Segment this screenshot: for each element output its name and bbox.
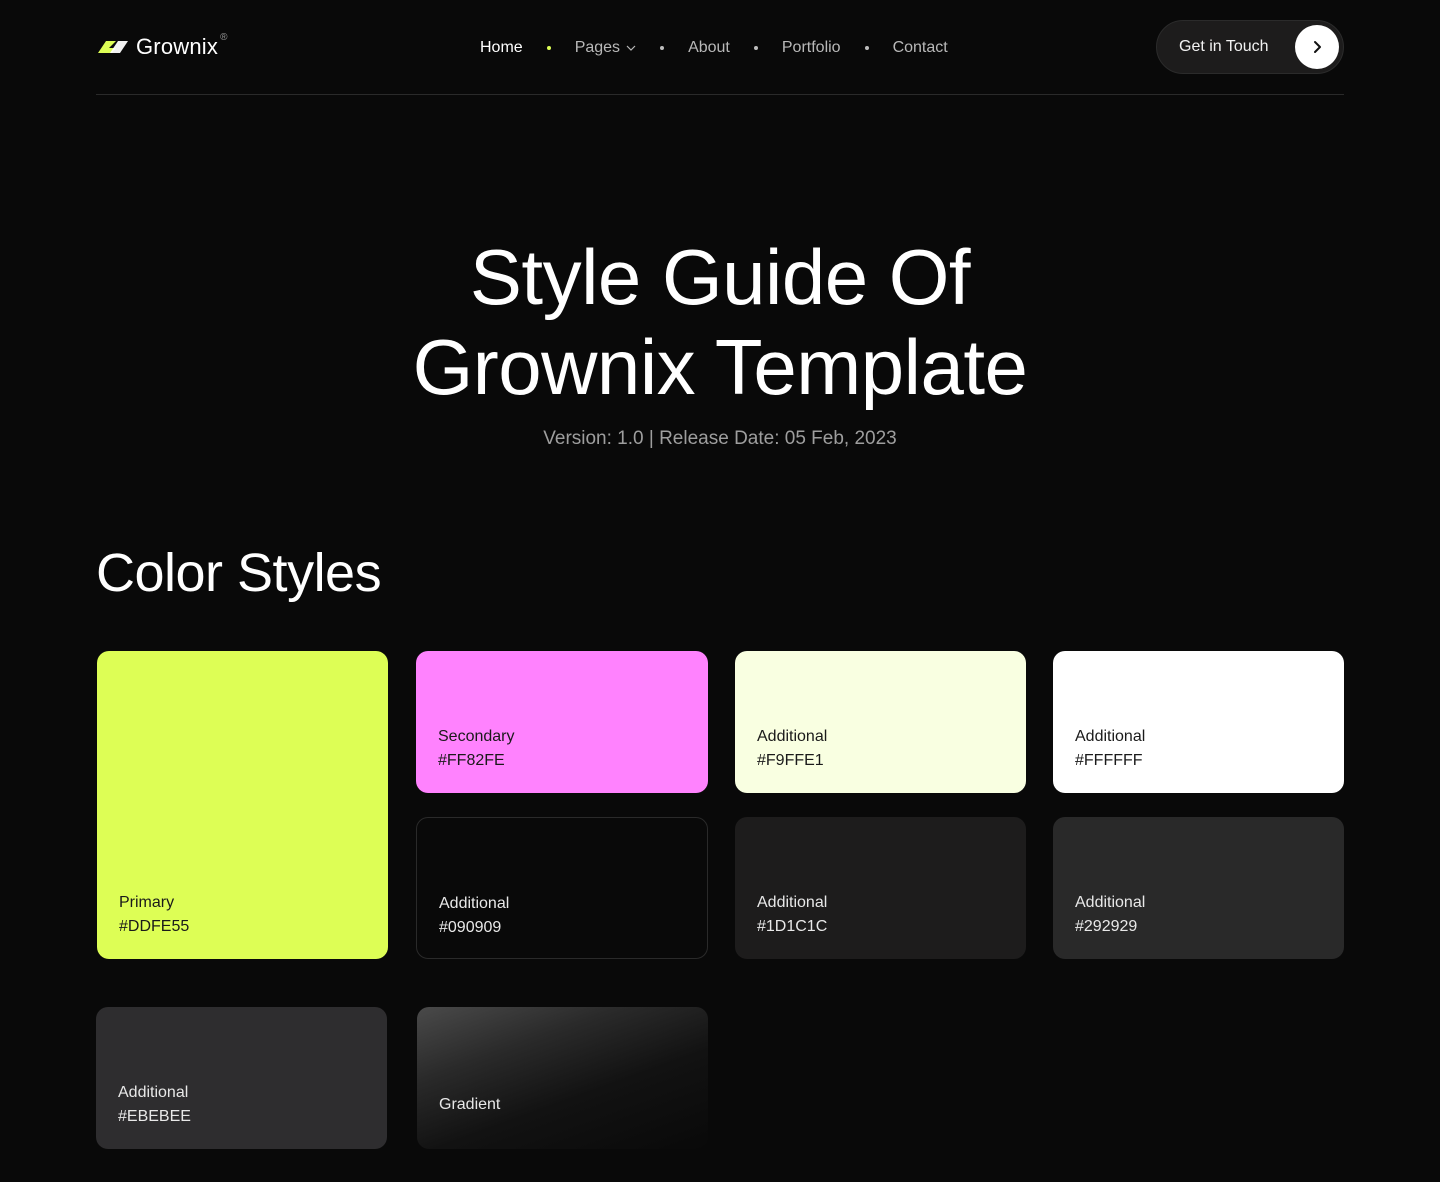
swatch-name: Primary (119, 894, 175, 911)
swatch-secondary: Secondary #FF82FE (416, 651, 708, 793)
swatch-name: Additional (439, 895, 510, 912)
swatch-hex: #F9FFE1 (757, 752, 824, 769)
swatch-additional-292929: Additional #292929 (1053, 817, 1344, 959)
get-in-touch-label: Get in Touch (1179, 38, 1269, 55)
nav-item-pages[interactable]: Pages (575, 39, 636, 57)
swatch-additional-1d1c1c: Additional #1D1C1C (735, 817, 1026, 959)
chevron-right-icon (1314, 41, 1321, 53)
swatch-hex: #FF82FE (438, 752, 505, 769)
swatch-label: Primary #DDFE55 (119, 891, 189, 939)
version-release-info: Version: 1.0 | Release Date: 05 Feb, 202… (543, 428, 897, 449)
nav-item-about[interactable]: About (688, 39, 730, 57)
nav-separator-dot (546, 46, 551, 50)
swatch-label: Additional #090909 (439, 892, 509, 940)
swatch-name: Additional (757, 728, 828, 745)
swatch-hex: #090909 (439, 919, 502, 936)
swatch-label: Additional #F9FFE1 (757, 725, 827, 773)
swatch-label: Additional #FFFFFF (1075, 725, 1145, 773)
page-title: Style Guide Of Grownix Template (0, 232, 1440, 412)
nav-item-contact[interactable]: Contact (893, 39, 948, 57)
brand-name: Grownix (136, 34, 219, 59)
main-nav: Home Pages About Portfolio Contact (480, 36, 948, 60)
swatch-hex: #FFFFFF (1075, 752, 1143, 769)
nav-item-portfolio[interactable]: Portfolio (782, 39, 841, 57)
swatch-additional-ffffff: Additional #FFFFFF (1053, 651, 1344, 793)
swatch-label: Additional #1D1C1C (757, 891, 827, 939)
get-in-touch-button[interactable]: Get in Touch (1156, 20, 1344, 74)
swatch-name: Additional (1075, 728, 1146, 745)
cta-arrow-circle (1295, 25, 1339, 69)
swatch-primary: Primary #DDFE55 (97, 651, 388, 959)
swatch-name: Gradient (439, 1096, 501, 1113)
swatch-name: Additional (1075, 894, 1146, 911)
page-title-line-2: Grownix Template (412, 323, 1028, 411)
swatch-additional-090909: Additional #090909 (416, 817, 708, 959)
swatch-name: Secondary (438, 728, 515, 745)
nav-separator-dot (660, 46, 665, 50)
swatch-name: Additional (757, 894, 828, 911)
nav-separator-dot (753, 46, 758, 50)
swatch-name: Additional (118, 1084, 189, 1101)
nav-separator-dot (864, 46, 869, 50)
nav-item-pages-label: Pages (574, 39, 621, 56)
swatch-label: Additional #292929 (1075, 891, 1145, 939)
swatch-hex: #DDFE55 (119, 918, 190, 935)
swatch-gradient: Gradient (417, 1007, 708, 1149)
swatch-label: Additional #EBEBEE (118, 1081, 191, 1129)
swatch-additional-f9ffe1: Additional #F9FFE1 (735, 651, 1026, 793)
registered-mark: ® (220, 32, 228, 43)
swatch-label: Gradient (439, 1093, 500, 1117)
swatch-hex: #EBEBEE (118, 1108, 191, 1125)
site-header: Grownix ® Home Pages About Portfolio Con… (96, 0, 1344, 95)
chevron-down-icon (626, 45, 636, 51)
swatch-label: Secondary #FF82FE (438, 725, 515, 773)
brand-logo[interactable]: Grownix ® (96, 32, 228, 60)
logo-icon (98, 41, 128, 53)
swatch-hex: #292929 (1075, 918, 1138, 935)
color-styles-heading: Color Styles (96, 543, 382, 603)
nav-item-home[interactable]: Home (480, 39, 523, 57)
page-title-line-1: Style Guide Of (469, 233, 971, 321)
swatch-additional-ebebee: Additional #EBEBEE (96, 1007, 387, 1149)
swatch-hex: #1D1C1C (757, 918, 828, 935)
